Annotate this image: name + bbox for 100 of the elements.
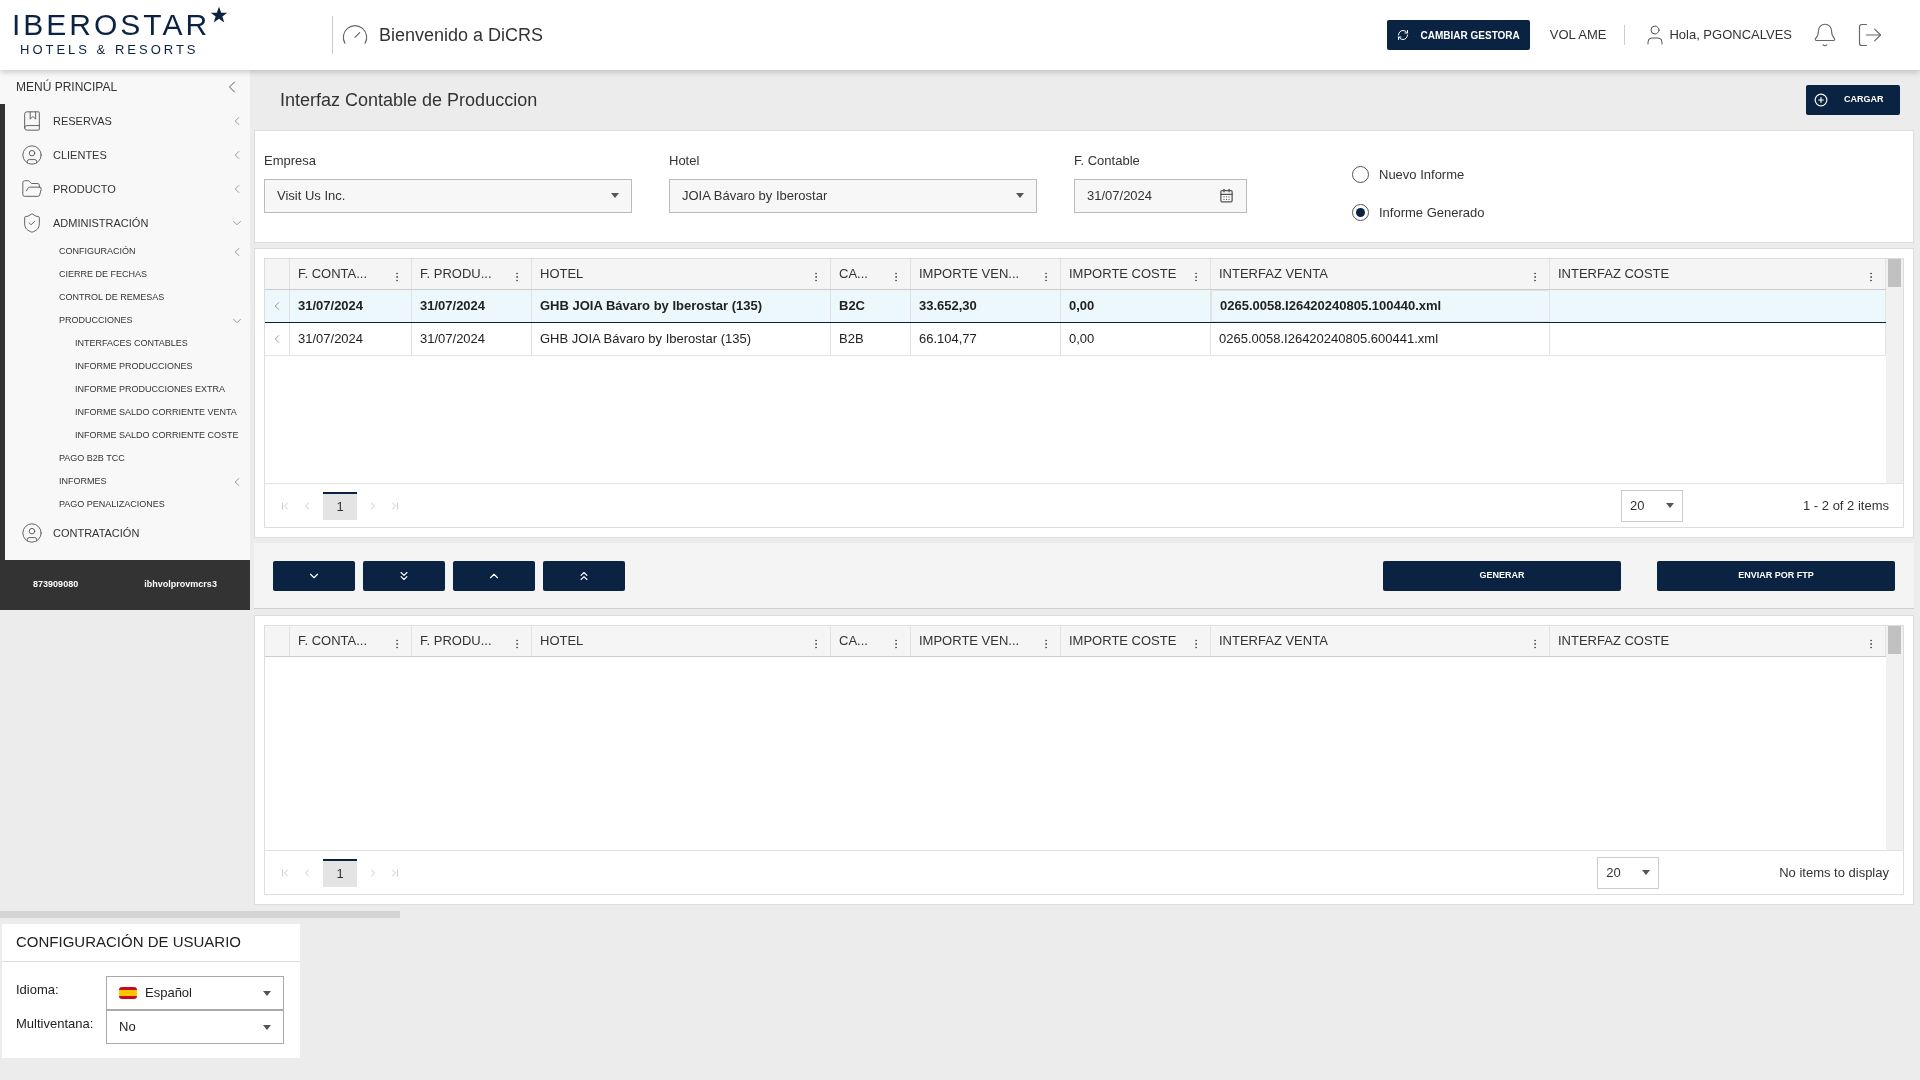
column-header[interactable]: HOTEL [532, 626, 831, 656]
dropdown-field[interactable]: No [106, 1010, 284, 1044]
column-header[interactable]: IMPORTE COSTE [1061, 626, 1211, 656]
page-size-select[interactable]: 20 [1597, 856, 1660, 889]
menu-item[interactable]: CIERRE DE FECHAS [5, 263, 250, 286]
menu-item[interactable]: INFORME SALDO CORRIENTE COSTE [5, 424, 250, 447]
logo[interactable]: IBEROSTAR HOTELS & RESORTS [12, 10, 262, 60]
session-info: ibhvolprovmcrs3 [144, 578, 217, 592]
move-button[interactable] [363, 560, 445, 591]
caret-icon [263, 1024, 271, 1030]
logout-icon[interactable] [1856, 21, 1884, 49]
ftp-button[interactable]: ENVIAR POR FTP [1657, 560, 1895, 591]
menu-item[interactable]: PRODUCCIONES [5, 309, 250, 332]
menu-icon [21, 178, 43, 200]
column-header[interactable]: IMPORTE VEN... [911, 259, 1061, 289]
move-button[interactable] [543, 560, 625, 591]
radio-option[interactable]: Nuevo Informe [1352, 165, 1485, 185]
dropdown-field[interactable]: Visit Us Inc. [264, 178, 632, 213]
table-cell-text: 33.652,30 [919, 297, 977, 316]
column-header[interactable]: F. CONTA... [290, 626, 412, 656]
field-label: Hotel [669, 152, 701, 170]
greeting-text: Hola, PGONCALVES [1669, 26, 1792, 45]
session-info: 873909080 [33, 578, 79, 592]
table-cell-text: 31/07/2024 [298, 330, 364, 349]
column-header[interactable]: INTERFAZ VENTA [1211, 626, 1550, 656]
date-field[interactable]: 31/07/2024 [1074, 178, 1247, 213]
calendar-icon[interactable] [1219, 188, 1234, 203]
table-cell-text: 0265.0058.I26420240805.600441.xml [1219, 330, 1439, 349]
column-header[interactable]: HOTEL [532, 259, 831, 289]
radio-option[interactable]: Informe Generado [1352, 202, 1485, 222]
move-button[interactable] [273, 560, 355, 591]
column-header[interactable]: F. CONTA... [290, 259, 412, 289]
table-cell-text: 31/07/2024 [420, 330, 486, 349]
table-cell-text: GHB JOIA Bávaro by Iberostar (135) [540, 297, 763, 316]
column-header[interactable]: IMPORTE COSTE [1061, 259, 1211, 289]
menu-item[interactable]: CONTROL DE REMESAS [5, 286, 250, 309]
select-value: No [119, 1018, 136, 1037]
page-size-select[interactable]: 20 [1621, 489, 1683, 522]
table-row[interactable]: 31/07/2024 31/07/2024 GHB JOIA Bávaro by Iberostar (135) B2B 66.104,77 0,00 0265.0058.I26420240805.600441.xml [265, 323, 1886, 356]
menu-icon [21, 110, 43, 132]
column-header[interactable]: CA... [831, 626, 911, 656]
select-value: Español [145, 984, 192, 1003]
column-header[interactable]: CA... [831, 259, 911, 289]
horizontal-scrollbar[interactable] [0, 911, 400, 918]
table-cell-text: 0265.0058.I26420240805.100440.xml [1220, 297, 1442, 316]
pager-summary: 1 - 2 of 2 items [1803, 496, 1889, 515]
radio-button[interactable] [1352, 166, 1369, 184]
move-button[interactable] [453, 560, 535, 591]
menu-icon [21, 212, 43, 234]
dropdown-field[interactable]: JOIA Bávaro by Iberostar [669, 178, 1037, 213]
table-row[interactable]: 31/07/2024 31/07/2024 GHB JOIA Bávaro by Iberostar (135) B2C 33.652,30 0,00 0265.0058.I26420240805.100440.xml [265, 290, 1886, 323]
menu-item[interactable]: INTERFACES CONTABLES [5, 332, 250, 355]
menu-item[interactable]: CONTRATACIÓN [5, 516, 250, 550]
column-header[interactable]: F. PRODU... [412, 626, 532, 656]
flag-icon [119, 987, 137, 999]
menu-icon [21, 522, 43, 544]
generate-button[interactable]: GENERAR [1383, 560, 1621, 591]
field-label: Idioma: [16, 981, 60, 999]
menu-item[interactable]: ADMINISTRACIÓN [5, 206, 250, 240]
menu-item[interactable]: CLIENTES [5, 138, 250, 172]
menu-item[interactable]: PRODUCTO [5, 172, 250, 206]
table-cell-text: 66.104,77 [919, 330, 977, 349]
radio-button[interactable] [1352, 203, 1369, 221]
table-cell-text: 31/07/2024 [298, 297, 364, 316]
field-label: F. Contable [1074, 152, 1141, 170]
notification-icon[interactable] [1812, 22, 1838, 48]
menu-item[interactable]: RESERVAS [5, 104, 250, 138]
caret-icon [1642, 870, 1651, 875]
menu-item[interactable]: INFORME PRODUCCIONES [5, 355, 250, 378]
refresh-icon [1396, 29, 1409, 41]
dropdown-field[interactable]: Español [106, 976, 284, 1010]
sidebar-title: MENÚ PRINCIPAL [16, 78, 118, 96]
field-label: Empresa [264, 152, 318, 170]
welcome-text: Bienvenido a DiCRS [379, 23, 544, 47]
star-icon [210, 6, 229, 25]
column-header[interactable]: INTERFAZ VENTA [1211, 259, 1550, 289]
table-cell-text: 0,00 [1069, 330, 1095, 349]
scrollbar[interactable] [1886, 259, 1903, 483]
menu-icon [21, 144, 43, 166]
scrollbar[interactable] [1886, 626, 1903, 850]
page-button[interactable]: 1 [323, 858, 357, 887]
table-cell-text: GHB JOIA Bávaro by Iberostar (135) [540, 330, 751, 349]
caret-icon [1666, 503, 1674, 508]
caret-icon [611, 193, 619, 198]
load-button[interactable]: CARGAR [1806, 85, 1900, 115]
page-button[interactable]: 1 [323, 491, 357, 520]
user-config-title: CONFIGURACIÓN DE USUARIO [2, 924, 300, 962]
menu-item[interactable]: INFORME SALDO CORRIENTE VENTA [5, 401, 250, 424]
menu-item[interactable]: PAGO PENALIZACIONES [5, 493, 250, 516]
office-label: VOL AME [1549, 25, 1626, 45]
menu-item[interactable]: INFORME PRODUCCIONES EXTRA [5, 378, 250, 401]
menu-item[interactable]: PAGO B2B TCC [5, 447, 250, 470]
menu-item[interactable]: CONFIGURACIÓN [5, 240, 250, 263]
column-header[interactable]: F. PRODU... [412, 259, 532, 289]
menu-item[interactable]: INFORMES [5, 470, 250, 493]
caret-icon [263, 990, 271, 996]
column-header[interactable]: IMPORTE VEN... [911, 626, 1061, 656]
change-manager-button[interactable]: CAMBIAR GESTORA [1386, 20, 1530, 50]
page-title: Interfaz Contable de Produccion [280, 88, 538, 112]
add-icon [1814, 93, 1828, 107]
